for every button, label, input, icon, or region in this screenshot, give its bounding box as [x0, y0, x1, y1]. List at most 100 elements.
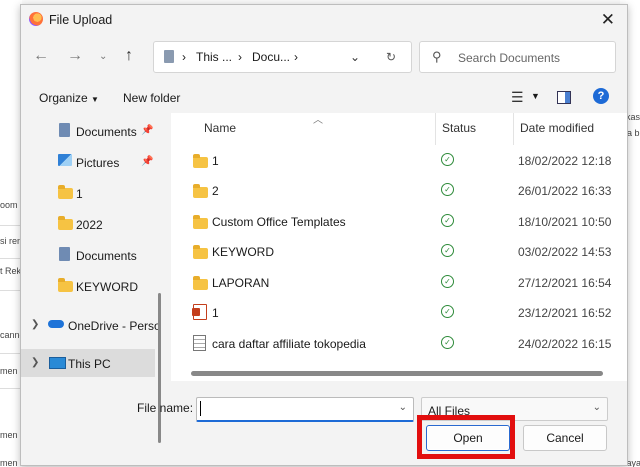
column-divider[interactable] [513, 113, 514, 145]
new-folder-button[interactable]: New folder [123, 91, 180, 105]
sidebar-item-label: OneDrive - Perso [68, 319, 161, 333]
bg-text: men ta [0, 430, 22, 440]
view-options-icon[interactable]: ☰ [511, 89, 524, 106]
file-date: 18/02/2022 12:18 [518, 154, 612, 168]
address-bar[interactable]: › This ... › Docu... › ⌄ ↻ [153, 41, 412, 73]
column-divider[interactable] [435, 113, 436, 145]
file-name-input[interactable]: ⌄ [196, 397, 414, 422]
search-icon: ⚲ [432, 49, 442, 64]
navigation-bar: ← → ⌄ ↑ › This ... › Docu... › ⌄ ↻ ⚲ Sea… [21, 39, 627, 75]
sync-ok-icon: ✓ [441, 214, 454, 227]
title-bar: File Upload ✕ [21, 5, 627, 35]
sidebar-item-folder-2022[interactable]: 2022 [21, 210, 155, 238]
sync-ok-icon: ✓ [441, 153, 454, 166]
file-name: Custom Office Templates [212, 215, 346, 229]
pictures-icon [58, 154, 72, 166]
file-name: cara daftar affiliate tokopedia [212, 337, 366, 351]
sync-ok-icon: ✓ [441, 336, 454, 349]
forward-arrow-icon[interactable]: → [67, 47, 83, 65]
sync-ok-icon: ✓ [441, 275, 454, 288]
documents-icon [59, 123, 70, 137]
sidebar-item-documents-2[interactable]: Documents [21, 241, 155, 269]
folder-icon [193, 245, 208, 259]
sync-ok-icon: ✓ [441, 244, 454, 257]
breadcrumb-separator: › [182, 50, 186, 64]
breadcrumb-this-pc[interactable]: This ... [196, 50, 232, 64]
file-row[interactable]: KEYWORD ✓ 03/02/2022 14:53 [181, 236, 627, 266]
breadcrumb-separator: › [238, 50, 242, 64]
folder-icon [193, 276, 208, 290]
folder-icon [193, 215, 208, 229]
column-header-name[interactable]: Name [204, 121, 236, 135]
file-row[interactable]: 1 ✓ 23/12/2021 16:52 [181, 297, 627, 327]
sort-ascending-icon: ︿ [313, 115, 323, 126]
background-left-text: oom si rem t Rek cannel men ta men ta me… [0, 0, 22, 467]
pin-icon: 📌 [141, 125, 154, 136]
cancel-button[interactable]: Cancel [523, 425, 607, 451]
document-file-icon [193, 335, 206, 353]
back-arrow-icon[interactable]: ← [33, 47, 49, 65]
bg-text: men ta [0, 366, 22, 376]
bg-text: men tanpa judul [0, 458, 22, 467]
location-icon [164, 50, 174, 63]
file-row[interactable]: 1 ✓ 18/02/2022 12:18 [181, 145, 627, 175]
file-name: 1 [212, 154, 219, 168]
search-box[interactable]: ⚲ Search Documents [419, 41, 616, 73]
sidebar-item-pictures[interactable]: Pictures 📌 [21, 148, 155, 176]
sidebar-item-folder-1[interactable]: 1 [21, 179, 155, 207]
bg-text: si rem [0, 236, 22, 246]
preview-pane-icon[interactable] [557, 91, 571, 104]
breadcrumb-documents[interactable]: Docu... [252, 50, 290, 64]
file-row[interactable]: LAPORAN ✓ 27/12/2021 16:54 [181, 267, 627, 297]
help-icon[interactable]: ? [593, 88, 609, 104]
column-header-status[interactable]: Status [442, 121, 476, 135]
sidebar-item-label: 1 [76, 187, 83, 201]
onedrive-icon [48, 320, 64, 328]
window-title: File Upload [49, 13, 113, 27]
sidebar-item-label: KEYWORD [76, 280, 139, 294]
column-header-date-modified[interactable]: Date modified [520, 121, 594, 135]
open-button[interactable]: Open [426, 425, 510, 451]
folder-icon [193, 154, 208, 168]
sidebar-item-this-pc[interactable]: ❯ This PC [21, 349, 155, 377]
file-row[interactable]: Custom Office Templates ✓ 18/10/2021 10:… [181, 206, 627, 236]
pdf-file-icon [192, 304, 207, 322]
file-name-label: File name: [137, 401, 194, 415]
folder-icon [193, 184, 208, 198]
chevron-down-icon[interactable]: ⌄ [399, 402, 407, 413]
file-row[interactable]: cara daftar affiliate tokopedia ✓ 24/02/… [181, 328, 627, 358]
sidebar-item-label: Documents [76, 249, 137, 263]
chevron-right-icon[interactable]: ❯ [31, 357, 39, 368]
file-row[interactable]: 2 ✓ 26/01/2022 16:33 [181, 175, 627, 205]
sidebar-item-label: 2022 [76, 218, 103, 232]
refresh-icon[interactable]: ↻ [386, 50, 396, 64]
file-name: LAPORAN [212, 276, 270, 290]
close-icon[interactable]: ✕ [601, 10, 615, 30]
up-arrow-icon[interactable]: ↑ [125, 47, 133, 65]
file-date: 27/12/2021 16:54 [518, 276, 612, 290]
documents-icon [59, 247, 70, 261]
file-date: 24/02/2022 16:15 [518, 337, 612, 351]
breadcrumb-separator: › [294, 50, 298, 64]
sync-ok-icon: ✓ [441, 183, 454, 196]
sidebar-item-label: This PC [68, 357, 111, 371]
file-date: 03/02/2022 14:53 [518, 245, 612, 259]
address-dropdown-icon[interactable]: ⌄ [350, 50, 360, 64]
sidebar-item-documents[interactable]: Documents 📌 [21, 117, 155, 145]
bg-text: cannel [0, 330, 22, 340]
sidebar-item-onedrive[interactable]: ❯ OneDrive - Perso [21, 311, 161, 339]
organize-button[interactable]: Organize ▼ [39, 91, 99, 105]
recent-dropdown-icon[interactable]: ⌄ [99, 51, 107, 62]
navigation-pane: Documents 📌 Pictures 📌 1 2022 Documents … [21, 113, 163, 443]
search-placeholder: Search Documents [458, 51, 561, 65]
file-name: 2 [212, 184, 219, 198]
caret-down-icon[interactable]: ▼ [531, 91, 540, 101]
file-date: 23/12/2021 16:52 [518, 306, 612, 320]
horizontal-scrollbar[interactable] [191, 371, 603, 376]
folder-icon [58, 278, 73, 292]
chevron-right-icon[interactable]: ❯ [31, 319, 39, 330]
firefox-icon [29, 12, 43, 26]
dialog-footer: File name: ⌄ All Files ⌄ Open Cancel [21, 383, 627, 465]
sidebar-item-keyword[interactable]: KEYWORD [21, 272, 155, 300]
file-date: 18/10/2021 10:50 [518, 215, 612, 229]
